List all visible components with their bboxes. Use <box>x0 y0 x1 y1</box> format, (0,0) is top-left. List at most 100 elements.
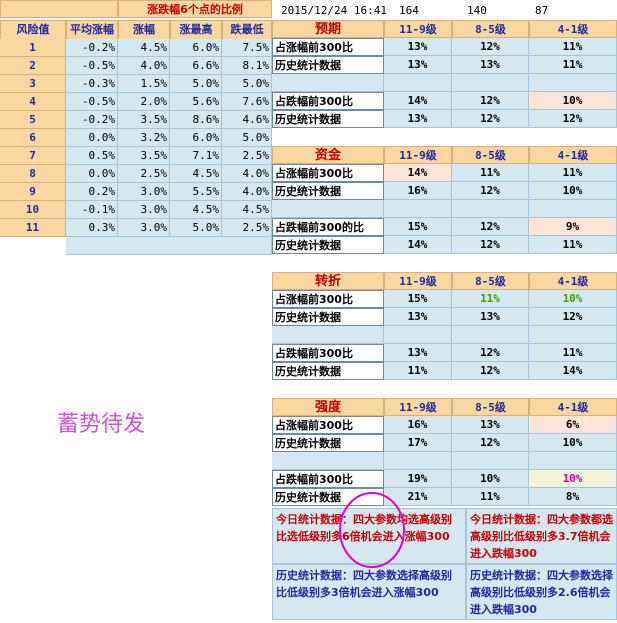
ratio-cell: 13% <box>384 56 452 74</box>
note-hist-up: 历史统计数据：四大参数选择高级别比低级别多3倍机会进入涨幅300 <box>272 564 466 620</box>
risk-table-cell: 6.0% <box>170 129 222 147</box>
risk-table-cell: 8.6% <box>170 111 222 129</box>
risk-table-cell: 7.1% <box>170 147 222 165</box>
col-header-avg-rise: 平均涨幅 <box>66 20 118 40</box>
row-label: 占跌幅前300比 <box>272 344 384 362</box>
risk-table-cell: 4.5% <box>222 201 272 219</box>
row-label: 占跌幅前300比 <box>272 470 384 488</box>
risk-table-cell: 4.5% <box>170 201 222 219</box>
risk-level-cell: 2 <box>0 57 66 75</box>
level-header: 4-1级 <box>529 398 617 416</box>
ratio-cell: 14% <box>384 236 452 254</box>
highlight-circle-icon <box>339 492 405 568</box>
row-label <box>272 452 384 470</box>
risk-table-cell: 6.0% <box>170 39 222 57</box>
ratio-cell <box>452 452 529 470</box>
section-title: 预期 <box>272 20 384 38</box>
note-hist-down: 历史统计数据：四大参数选择高级别比低级别多2.6倍机会进入跌幅300 <box>466 564 617 620</box>
watermark-text: 蓄势待发 <box>57 412 146 437</box>
risk-level-cell: 7 <box>0 147 66 165</box>
risk-table-cell: 4.0% <box>118 57 170 75</box>
row-label: 占涨幅前300比 <box>272 164 384 182</box>
level-header: 11-9级 <box>384 20 452 38</box>
risk-table-cell: 7.5% <box>222 39 272 57</box>
count-cell-1: 164 <box>399 4 419 17</box>
row-label: 历史统计数据 <box>272 182 384 200</box>
risk-table-cell: 5.0% <box>222 75 272 93</box>
ratio-cell: 13% <box>452 56 529 74</box>
level-header: 4-1级 <box>529 20 617 38</box>
risk-table-cell: 3.0% <box>118 201 170 219</box>
ratio-cell: 11% <box>529 164 617 182</box>
section-title: 资金 <box>272 146 384 164</box>
ratio-cell <box>384 200 452 218</box>
risk-table-cell: 4.6% <box>222 111 272 129</box>
risk-table-cell: 4.5% <box>118 39 170 57</box>
ratio-cell: 10% <box>529 182 617 200</box>
ratio-cell: 10% <box>529 92 617 110</box>
row-label: 占涨幅前300比 <box>272 38 384 56</box>
risk-table-cell: -0.5% <box>66 93 118 111</box>
ratio-cell: 14% <box>384 164 452 182</box>
level-header: 4-1级 <box>529 146 617 164</box>
ratio-cell: 10% <box>529 434 617 452</box>
risk-table-cell: 5.0% <box>170 219 222 237</box>
section-title: 转折 <box>272 272 384 290</box>
row-label <box>272 200 384 218</box>
risk-level-cell: 9 <box>0 183 66 201</box>
level-header: 8-5级 <box>452 398 529 416</box>
risk-table-cell: -0.2% <box>66 111 118 129</box>
row-label: 历史统计数据 <box>272 308 384 326</box>
risk-table-cell: 2.5% <box>222 147 272 165</box>
ratio-cell: 15% <box>384 290 452 308</box>
col-header-high: 涨最高 <box>170 20 222 40</box>
risk-table-cell: 4.0% <box>222 183 272 201</box>
row-label: 历史统计数据 <box>272 110 384 128</box>
ratio-cell: 11% <box>529 344 617 362</box>
ratio-cell: 13% <box>384 38 452 56</box>
level-header: 8-5级 <box>452 146 529 164</box>
sheet-title: 涨跌幅6个点的比例 <box>118 0 272 18</box>
risk-table-cell: 0.2% <box>66 183 118 201</box>
level-header: 11-9级 <box>384 146 452 164</box>
ratio-cell: 14% <box>384 92 452 110</box>
level-header: 11-9级 <box>384 398 452 416</box>
risk-table-cell: -0.1% <box>66 201 118 219</box>
risk-table-cell: 0.3% <box>66 219 118 237</box>
ratio-cell: 13% <box>452 308 529 326</box>
ratio-cell: 13% <box>384 344 452 362</box>
risk-level-cell: 1 <box>0 39 66 57</box>
ratio-cell: 12% <box>452 362 529 380</box>
col-header-rise: 涨幅 <box>118 20 170 40</box>
risk-table-cell: 5.6% <box>170 93 222 111</box>
row-label: 占涨幅前300比 <box>272 290 384 308</box>
ratio-cell: 9% <box>529 218 617 236</box>
risk-table-cell: 4.0% <box>222 165 272 183</box>
risk-table-cell: 0.0% <box>66 165 118 183</box>
ratio-cell <box>384 452 452 470</box>
count-cell-2: 140 <box>467 4 487 17</box>
risk-table-cell: 4.5% <box>170 165 222 183</box>
ratio-cell: 15% <box>384 218 452 236</box>
ratio-cell: 12% <box>452 218 529 236</box>
row-label: 历史统计数据 <box>272 362 384 380</box>
col-header-risk: 风险值 <box>0 20 66 40</box>
ratio-cell: 17% <box>384 434 452 452</box>
row-label <box>272 74 384 92</box>
row-label: 历史统计数据 <box>272 434 384 452</box>
risk-table-cell: 2.0% <box>118 93 170 111</box>
risk-level-cell: 5 <box>0 111 66 129</box>
ratio-cell <box>529 74 617 92</box>
risk-table-cell: 3.2% <box>118 129 170 147</box>
ratio-cell: 12% <box>452 182 529 200</box>
ratio-cell: 11% <box>452 164 529 182</box>
risk-table-cell: 2.5% <box>222 219 272 237</box>
ratio-cell: 12% <box>452 38 529 56</box>
risk-level-cell: 11 <box>0 219 66 237</box>
risk-level-cell: 10 <box>0 201 66 219</box>
datetime-cell: 2015/12/24 16:41 <box>281 4 387 17</box>
note-today-down: 今日统计数据：四大参数都选高级别比低级别多3.7倍机会进入跌幅300 <box>466 508 617 564</box>
ratio-cell: 12% <box>529 308 617 326</box>
ratio-cell: 16% <box>384 416 452 434</box>
ratio-cell: 16% <box>384 182 452 200</box>
